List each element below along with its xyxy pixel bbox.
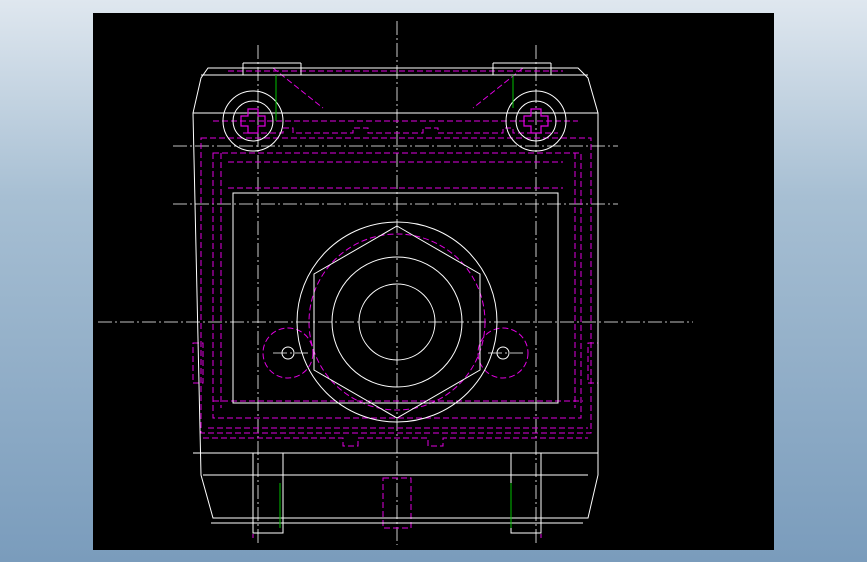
hidden-top-notches — [243, 127, 558, 134]
hidden-top-chamfer-right — [472, 67, 524, 109]
body-inner-face — [232, 192, 559, 404]
center-lines — [98, 21, 693, 545]
cad-canvas[interactable] — [93, 13, 774, 550]
hidden-body-inner — [200, 137, 592, 434]
body-outline — [192, 67, 599, 519]
top-left-cap — [242, 62, 302, 75]
hidden-top-chamfer-left — [272, 67, 324, 109]
right-leg — [510, 453, 542, 534]
hidden-bottom-notches — [203, 437, 588, 447]
accent-lines — [275, 75, 514, 528]
left-leg — [252, 453, 284, 534]
hidden-right-tab — [587, 342, 599, 384]
cad-drawing[interactable] — [93, 13, 774, 550]
hidden-edges — [192, 67, 599, 538]
